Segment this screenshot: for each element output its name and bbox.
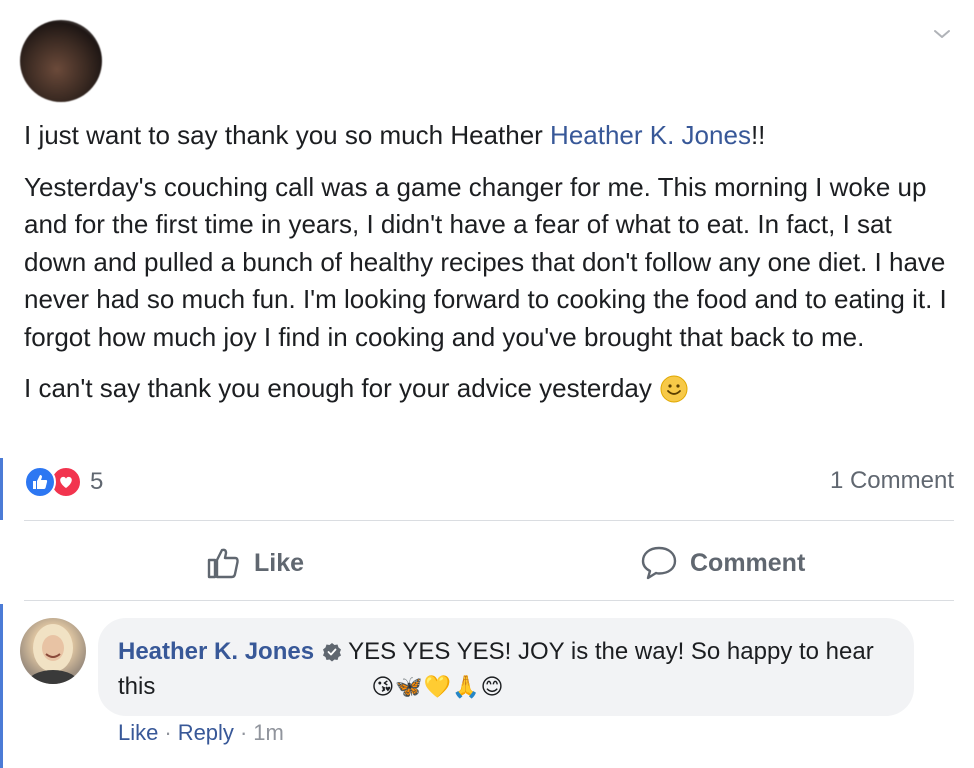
reaction-count: 5 [90,468,104,495]
commenter-avatar[interactable] [20,618,86,684]
like-reaction-icon [24,466,56,498]
comment-like-link[interactable]: Like [118,720,158,745]
comment-reply-link[interactable]: Reply [178,720,234,745]
post-body: I just want to say thank you so much Hea… [24,117,954,422]
post-paragraph-1: I just want to say thank you so much Hea… [24,117,954,155]
comment-accent-bar [0,604,3,768]
separator-dot: · [239,720,248,745]
reaction-summary[interactable]: 5 [24,465,103,499]
commenter-name-link[interactable]: Heather K. Jones [118,638,314,665]
post-text-segment: I can't say thank you enough for your ad… [24,373,652,403]
divider [24,600,954,601]
like-button-label: Like [254,548,305,577]
like-button[interactable]: Like [206,538,304,588]
chevron-down-icon[interactable] [930,22,954,46]
comment-count-link[interactable]: 1 Comment [830,467,954,495]
separator-dot: · [164,720,172,745]
comment-timestamp[interactable]: 1m [253,720,284,745]
comment-button[interactable]: Comment [640,538,805,588]
verified-badge-icon [323,643,342,662]
poster-avatar[interactable] [20,20,102,102]
comment-actions: Like · Reply · 1m [118,720,284,746]
post-accent-bar [0,458,3,520]
post-paragraph-2: Yesterday's couching call was a game cha… [24,171,947,352]
comment-bubble-icon [641,546,677,580]
smiley-emoji-icon [660,375,688,403]
post-paragraph-3: I can't say thank you enough for your ad… [24,370,954,408]
divider [24,520,954,521]
comment-bubble: Heather K. Jones YES YES YES! JOY is the… [98,618,914,716]
post-text-segment: !! [750,120,766,150]
thumbs-up-icon [207,548,239,579]
comment-button-label: Comment [690,548,806,577]
mention-link[interactable]: Heather K. Jones [550,120,751,150]
post-text-segment: I just want to say thank you so much Hea… [24,120,551,150]
comment-emojis: 😘🦋💛🙏😊 [371,674,505,699]
